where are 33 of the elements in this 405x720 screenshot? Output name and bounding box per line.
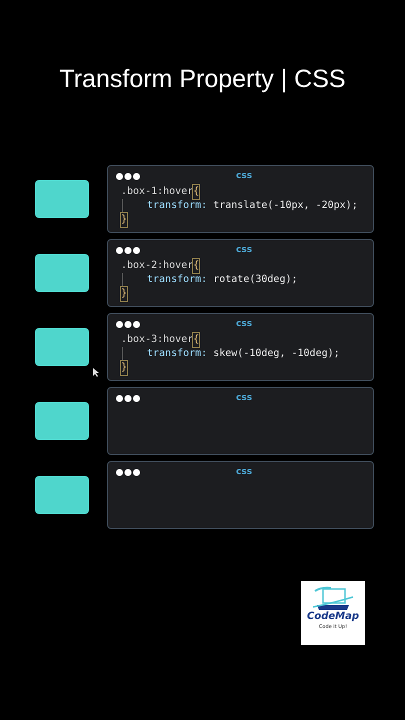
- language-label: css: [236, 172, 252, 180]
- window-dots-icon: [116, 172, 140, 180]
- laptop-logo-icon: [311, 585, 355, 611]
- demo-box: [35, 402, 89, 440]
- window-dots-icon: [116, 394, 140, 402]
- code-value: skew(-10deg, -10deg);: [213, 347, 340, 361]
- code-selector: .box-1:hover: [121, 185, 194, 199]
- code-brace: }: [121, 213, 128, 227]
- page-title: Transform Property | CSS: [59, 64, 346, 95]
- language-label: css: [236, 468, 252, 476]
- code-selector: .box-2:hover: [121, 259, 194, 273]
- code-brace: }: [121, 287, 128, 301]
- logo-name: CodeMap: [306, 611, 359, 623]
- demo-box: [35, 180, 89, 218]
- code-value: rotate(30deg);: [213, 273, 298, 287]
- code-property: transform:: [147, 273, 208, 287]
- language-label: css: [236, 320, 252, 328]
- code-property: transform:: [147, 347, 208, 361]
- language-label: css: [236, 394, 252, 402]
- demo-box: [35, 328, 89, 366]
- code-brace: {: [193, 333, 200, 347]
- code-brace: }: [121, 361, 128, 375]
- demo-box: [35, 254, 89, 292]
- demo-box: [35, 476, 89, 514]
- language-label: css: [236, 246, 252, 254]
- code-property: transform:: [147, 199, 208, 213]
- code-brace: {: [193, 259, 200, 273]
- code-value: translate(-10px, -20px);: [213, 199, 358, 213]
- window-dots-icon: [116, 320, 140, 328]
- window-dots-icon: [116, 246, 140, 254]
- code-selector: .box-3:hover: [121, 333, 194, 347]
- code-brace: {: [193, 185, 200, 199]
- window-dots-icon: [116, 468, 140, 476]
